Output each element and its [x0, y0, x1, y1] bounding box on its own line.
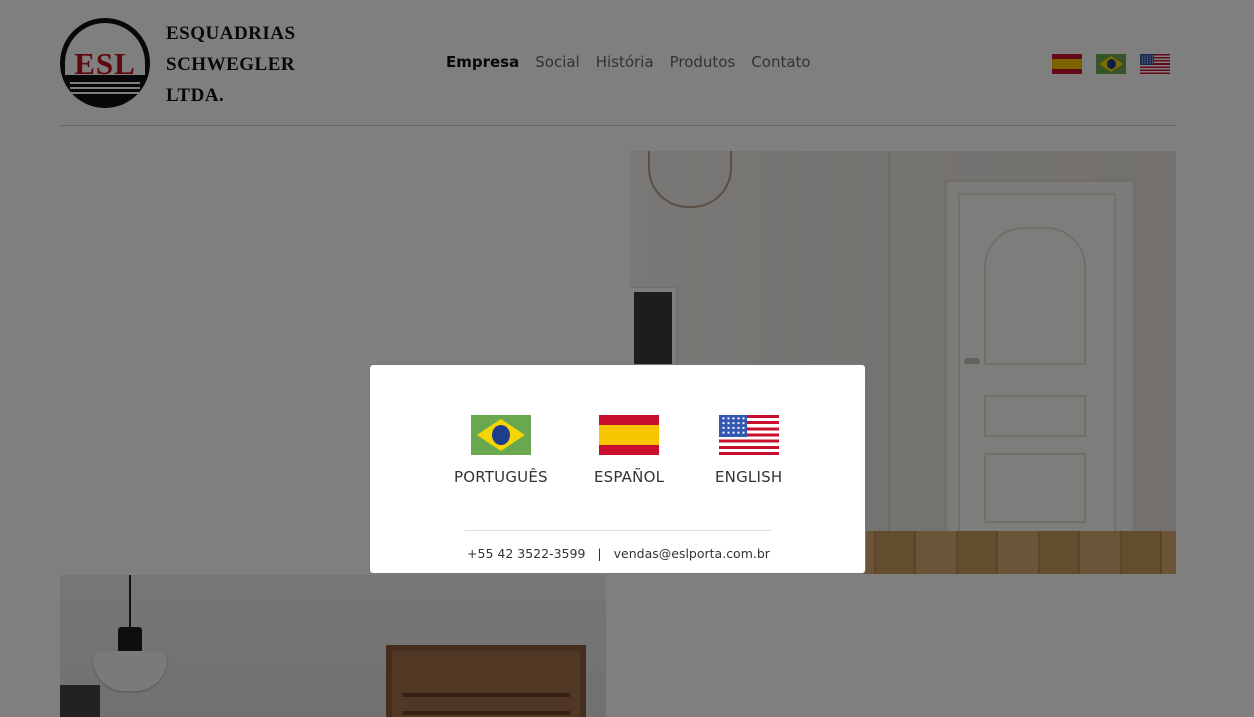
language-option-english[interactable]: ENGLISH — [715, 415, 782, 486]
language-label: ENGLISH — [715, 468, 783, 486]
language-label: PORTUGUÊS — [454, 468, 548, 486]
language-modal: PORTUGUÊS ESPAÑOL ENGLISH +55 42 3522-35… — [369, 364, 866, 574]
language-option-spanish[interactable]: ESPAÑOL — [594, 415, 664, 486]
spain-flag-icon — [599, 415, 660, 455]
contact-phone[interactable]: +55 42 3522-3599 — [467, 546, 585, 561]
usa-flag-icon — [718, 415, 779, 455]
brazil-flag-icon — [470, 415, 531, 455]
language-label: ESPAÑOL — [594, 468, 665, 486]
modal-divider — [465, 530, 771, 531]
contact-email[interactable]: vendas@eslporta.com.br — [614, 546, 770, 561]
language-option-portuguese[interactable]: PORTUGUÊS — [454, 415, 548, 486]
contact-info: +55 42 3522-3599 | vendas@eslporta.com.br — [370, 546, 867, 561]
page: ESL ESQUADRIAS SCHWEGLER LTDA. Empresa S… — [0, 0, 1254, 717]
modal-backdrop[interactable] — [0, 0, 1254, 717]
contact-separator: | — [597, 546, 602, 561]
